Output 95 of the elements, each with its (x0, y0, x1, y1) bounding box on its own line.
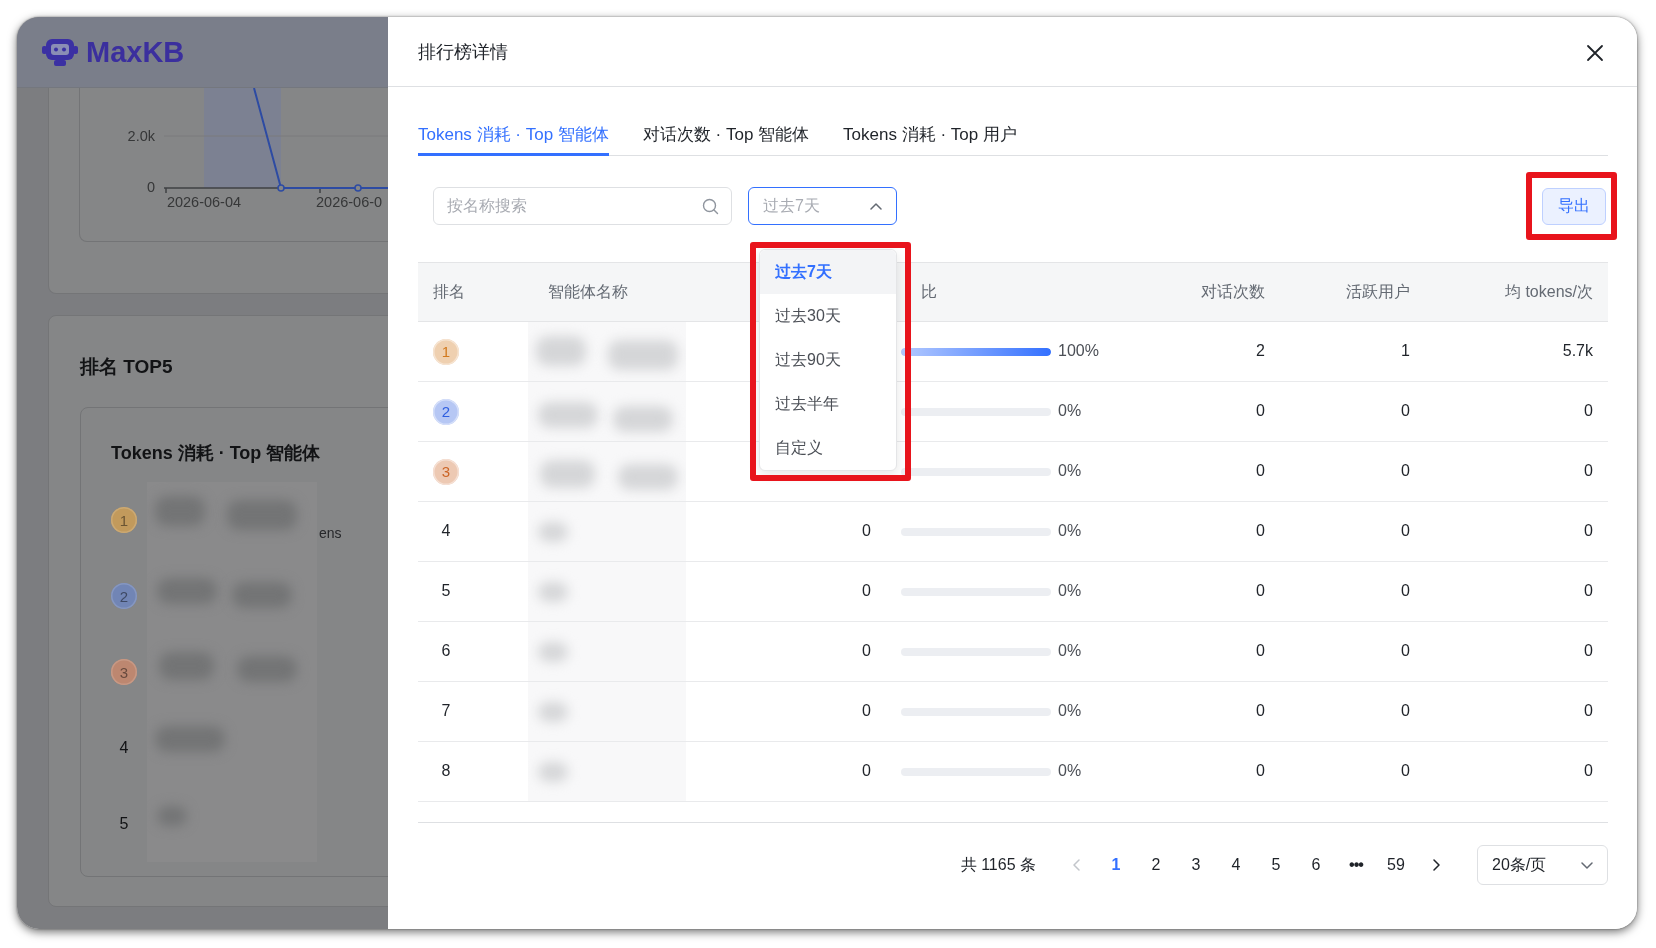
table-cell-text: 8 (440, 761, 452, 782)
axis-label: 2026-06-04 (166, 194, 242, 210)
chart-point (277, 184, 285, 192)
percent-label: 0% (1058, 761, 1082, 782)
panel-title: Tokens 消耗 · Top 智能体 (111, 442, 322, 465)
table-cell-text: 0 (1584, 761, 1593, 782)
page-button[interactable]: 3 (1176, 845, 1216, 885)
dropdown-option[interactable]: 过去7天 (760, 250, 896, 294)
column-header: 智能体名称 (548, 281, 628, 302)
rank-number: 5 (118, 813, 130, 834)
table-cell-text: 0 (862, 761, 871, 782)
page-button[interactable]: 1 (1096, 845, 1136, 885)
table-cell-text: 0 (862, 701, 871, 722)
rank-badge: 1 (111, 507, 137, 533)
total-count: 共 1165 条 (960, 854, 1036, 875)
table-cell-text: 0 (862, 521, 871, 542)
page-size-select[interactable]: 20条/页 (1477, 845, 1608, 885)
rank-badge: 2 (433, 398, 459, 425)
tab[interactable]: 对话次数 · Top 智能体 (642, 123, 810, 156)
table-cell-text: 2 (1256, 341, 1265, 362)
percent-label: 0% (1058, 401, 1082, 422)
table-cell-text: 0 (1256, 461, 1265, 482)
axis-label: 2.0k (127, 128, 155, 144)
export-button[interactable]: 导出 (1542, 187, 1606, 225)
table-cell-text: 0 (1256, 701, 1265, 722)
table-cell-text: 0 (1256, 401, 1265, 422)
table-cell-text: 0 (1401, 401, 1410, 422)
page-button[interactable]: 2 (1136, 845, 1176, 885)
table-cell-text: 0 (1584, 641, 1593, 662)
page-button[interactable]: 5 (1256, 845, 1296, 885)
chevron-left-icon (1071, 859, 1081, 871)
rank-badge: 1 (433, 338, 459, 365)
percent-label: 0% (1058, 581, 1082, 602)
table-cell-text: 5 (440, 581, 452, 602)
caret-up-icon (870, 201, 882, 211)
search-icon (702, 198, 719, 215)
percent-label: 0% (1058, 461, 1082, 482)
table-cell-text: 1 (1401, 341, 1410, 362)
table-cell-text: 0 (1584, 701, 1593, 722)
close-icon (1586, 44, 1604, 62)
logo-text: MaxKB (86, 37, 185, 67)
search-field[interactable]: 按名称搜索 (433, 187, 732, 225)
table-cell-text: 0 (1401, 701, 1410, 722)
table-cell-text: 5.7k (1562, 341, 1593, 362)
table-cell-text: 0 (1256, 641, 1265, 662)
dropdown-option[interactable]: 过去30天 (760, 294, 896, 338)
tab[interactable]: Tokens 消耗 · Top 用户 (843, 123, 1017, 156)
drawer-title: 排行榜详情 (418, 41, 508, 65)
caret-down-icon (1581, 860, 1593, 870)
rank-badge: 3 (433, 458, 459, 485)
table-cell-text: 0 (1256, 761, 1265, 782)
chart-point (354, 184, 362, 192)
percent-label: 100% (1058, 341, 1099, 362)
page-button[interactable]: 59 (1376, 845, 1416, 885)
percent-label: 0% (1058, 641, 1082, 662)
axis-label: 2026-06-0 (316, 194, 383, 210)
column-header: 对话次数 (1201, 281, 1265, 302)
table-cell-text: 0 (1401, 521, 1410, 542)
rank-badge: 3 (111, 659, 137, 685)
table-cell-text: 0 (1584, 401, 1593, 422)
table-cell-text: 0 (1256, 521, 1265, 542)
dropdown-option[interactable]: 自定义 (760, 426, 896, 470)
table-cell-text: 0 (862, 581, 871, 602)
percent-label: 0% (1058, 701, 1082, 722)
rank-badge: 2 (111, 583, 137, 609)
close-button[interactable] (1586, 44, 1604, 62)
chevron-right-icon (1431, 859, 1441, 871)
dropdown-option[interactable]: 过去90天 (760, 338, 896, 382)
tab[interactable]: Tokens 消耗 · Top 智能体 (418, 123, 609, 156)
partial-text: ens (319, 524, 342, 543)
axis-label: 0 (146, 179, 155, 195)
dropdown-option[interactable]: 过去半年 (760, 382, 896, 426)
page-button[interactable]: 6 (1296, 845, 1336, 885)
column-header: 排名 (433, 281, 465, 302)
table-cell-text: 0 (1256, 581, 1265, 602)
percent-label: 0% (1058, 521, 1082, 542)
robot-icon (42, 37, 78, 67)
table-cell-text: 0 (1401, 461, 1410, 482)
table-cell-text: 0 (1401, 581, 1410, 602)
column-header: 活跃用户 (1346, 281, 1410, 302)
more-pages-button[interactable]: ••• (1336, 845, 1376, 885)
page-button[interactable]: 4 (1216, 845, 1256, 885)
table-cell-text: 0 (1401, 761, 1410, 782)
table-cell-text: 0 (1584, 521, 1593, 542)
section-title: 排名 TOP5 (80, 355, 174, 379)
table-cell-text: 7 (440, 701, 452, 722)
table-cell-text: 0 (862, 641, 871, 662)
table-cell-text: 0 (1584, 581, 1593, 602)
table-cell-text: 4 (440, 521, 452, 542)
column-header: 比 (921, 281, 937, 302)
table-cell-text: 6 (440, 641, 452, 662)
table-cell-text: 0 (1401, 641, 1410, 662)
table-cell-text: 0 (1584, 461, 1593, 482)
column-header: 均 tokens/次 (1504, 281, 1593, 302)
rank-number: 4 (118, 737, 130, 758)
